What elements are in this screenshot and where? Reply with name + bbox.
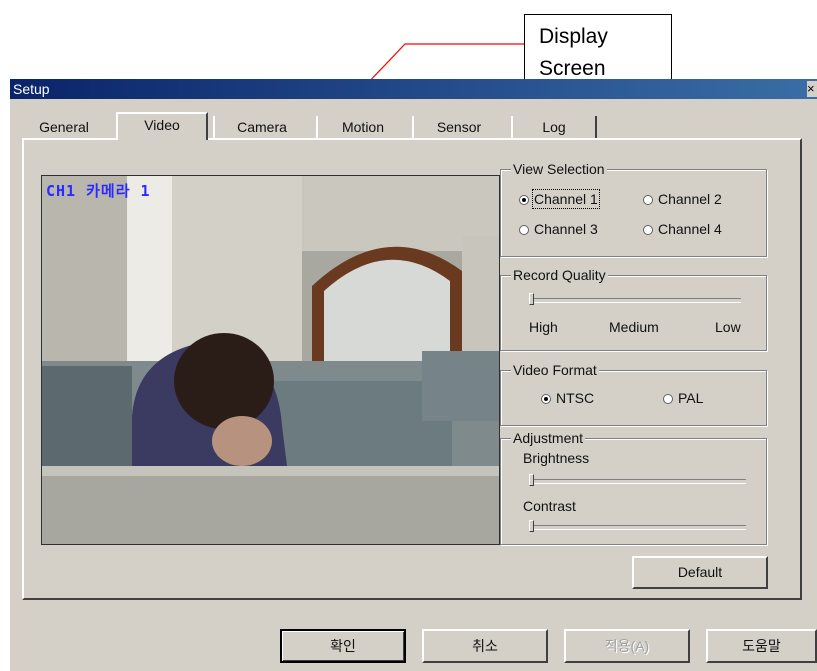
tab-general[interactable]: General — [24, 116, 104, 138]
view-selection-title: View Selection — [511, 161, 607, 177]
radio-dot — [643, 225, 653, 235]
radio-channel-4[interactable]: Channel 4 — [643, 220, 722, 238]
close-icon[interactable]: × — [807, 81, 817, 97]
radio-channel-3[interactable]: Channel 3 — [519, 220, 598, 238]
video-format-title: Video Format — [511, 362, 599, 378]
record-quality-slider-thumb[interactable] — [529, 293, 534, 305]
default-button[interactable]: Default — [632, 556, 768, 589]
contrast-slider-track[interactable] — [531, 525, 746, 530]
quality-label-low: Low — [715, 319, 741, 335]
radio-dot — [519, 225, 529, 235]
callout-line-2: Screen — [539, 57, 606, 80]
quality-label-medium: Medium — [609, 319, 659, 335]
ok-button[interactable]: 확인 — [280, 629, 406, 663]
radio-channel-1[interactable]: Channel 1 — [519, 189, 600, 209]
tab-log[interactable]: Log — [511, 116, 597, 138]
adjustment-group: Adjustment Brightness Contrast — [500, 430, 767, 545]
radio-dot — [663, 394, 673, 404]
title-bar: Setup × — [10, 79, 817, 99]
tab-camera[interactable]: Camera — [213, 116, 309, 138]
record-quality-title: Record Quality — [511, 267, 608, 283]
radio-channel-2[interactable]: Channel 2 — [643, 190, 722, 208]
radio-dot — [643, 195, 653, 205]
radio-dot — [541, 394, 551, 404]
tab-motion[interactable]: Motion — [316, 116, 408, 138]
tab-sensor[interactable]: Sensor — [412, 116, 504, 138]
quality-label-high: High — [529, 319, 558, 335]
brightness-label: Brightness — [523, 450, 590, 466]
channel-overlay-label: CH1 카메라 1 — [46, 182, 151, 200]
setup-window: Setup × General Video Camera Motion Sens… — [10, 79, 817, 671]
contrast-slider-thumb[interactable] — [529, 520, 534, 532]
help-button[interactable]: 도움말 — [706, 629, 817, 663]
radio-pal[interactable]: PAL — [663, 389, 703, 407]
view-selection-group: View Selection Channel 1 Channel 2 Chann… — [500, 161, 767, 257]
contrast-label: Contrast — [523, 498, 576, 514]
brightness-slider-thumb[interactable] — [529, 474, 534, 486]
cancel-button[interactable]: 취소 — [422, 629, 548, 663]
record-quality-slider-track[interactable] — [531, 298, 741, 303]
record-quality-group: Record Quality High Medium Low — [500, 267, 767, 351]
radio-ntsc[interactable]: NTSC — [541, 389, 594, 407]
window-title: Setup — [13, 81, 50, 97]
video-format-group: Video Format NTSC PAL — [500, 362, 767, 426]
apply-button[interactable]: 적용(A) — [564, 629, 690, 663]
video-display: CH1 카메라 1 — [41, 175, 500, 545]
callout-line-1: Display — [539, 25, 608, 48]
radio-dot — [519, 195, 529, 205]
brightness-slider-track[interactable] — [531, 479, 746, 484]
camera-image — [42, 176, 499, 544]
adjustment-title: Adjustment — [511, 430, 586, 446]
tab-video[interactable]: Video — [116, 112, 208, 140]
